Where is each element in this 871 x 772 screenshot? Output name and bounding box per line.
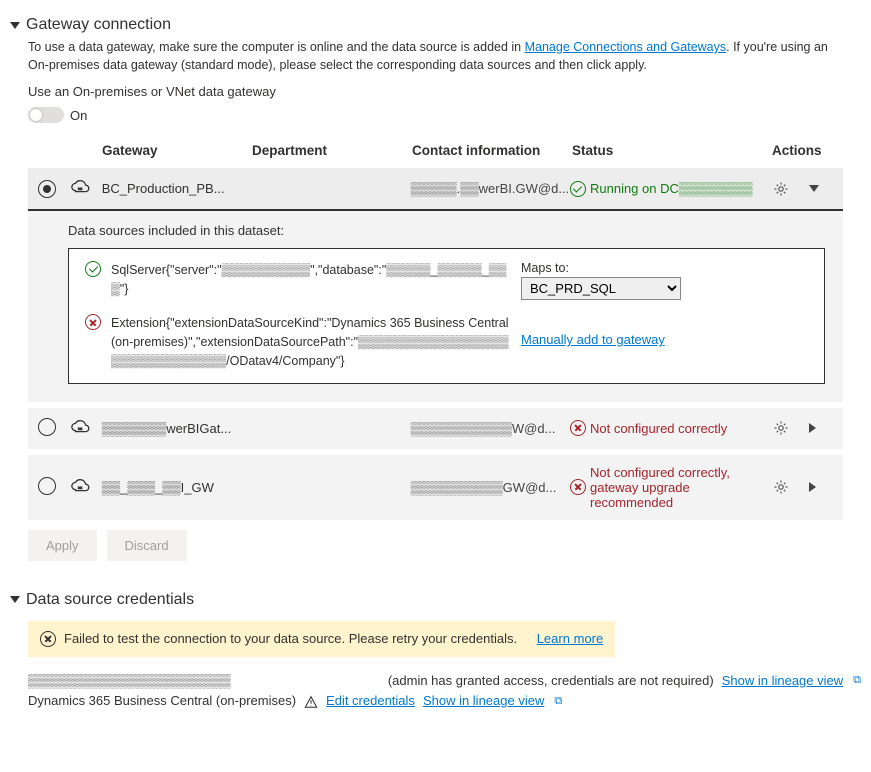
gateway-row[interactable]: BC_Production_PB... ▒▒▒▒▒.▒▒werBI.GW@d..… — [28, 168, 843, 209]
toggle-label: Use an On-premises or VNet data gateway — [28, 84, 861, 99]
col-status: Status — [572, 143, 772, 158]
manage-connections-link[interactable]: Manage Connections and Gateways — [525, 40, 727, 54]
gateway-table-header: Gateway Department Contact information S… — [28, 137, 843, 168]
x-circle-icon — [570, 479, 586, 495]
gateway-row[interactable]: ▒▒_▒▒▒_▒▒I_GW ▒▒▒▒▒▒▒▒▒▒GW@d... Not conf… — [28, 455, 843, 520]
discard-button[interactable]: Discard — [107, 530, 187, 561]
admin-note: (admin has granted access, credentials a… — [388, 671, 714, 692]
edit-credentials-link[interactable]: Edit credentials — [326, 691, 415, 712]
gateway-name: ▒▒▒▒▒▒▒werBIGat... — [102, 421, 251, 436]
credential-line: ▒▒▒▒▒▒▒▒▒▒▒▒▒▒▒▒▒▒▒▒▒▒ (admin has grante… — [28, 671, 861, 692]
gear-icon[interactable] — [773, 420, 789, 436]
x-circle-icon — [570, 420, 586, 436]
credentials-alert: Failed to test the connection to your da… — [28, 621, 615, 657]
col-contact: Contact information — [412, 143, 572, 158]
alert-text: Failed to test the connection to your da… — [64, 631, 517, 646]
apply-button[interactable]: Apply — [28, 530, 97, 561]
chevron-right-icon[interactable] — [809, 423, 816, 433]
gateway-row[interactable]: ▒▒▒▒▒▒▒werBIGat... ▒▒▒▒▒▒▒▒▒▒▒W@d... Not… — [28, 408, 843, 449]
gateway-status: Not configured correctly, gateway upgrad… — [570, 465, 769, 510]
gateway-status: Running on DC▒▒▒▒▒▒▒▒ — [570, 181, 769, 197]
show-lineage-link[interactable]: Show in lineage view — [722, 671, 843, 692]
check-circle-icon — [85, 261, 101, 277]
gateway-contact: ▒▒▒▒▒▒▒▒▒▒▒W@d... — [411, 421, 570, 436]
chevron-down-icon[interactable] — [809, 185, 819, 192]
section-title: Data source credentials — [26, 591, 194, 609]
col-department: Department — [252, 143, 412, 158]
col-gateway: Gateway — [102, 143, 252, 158]
radio-select[interactable] — [38, 418, 56, 436]
section-title: Gateway connection — [26, 16, 171, 34]
gateway-contact: ▒▒▒▒▒▒▒▒▒▒GW@d... — [411, 480, 570, 495]
datasource-text: SqlServer{"server":"▒▒▒▒▒▒▒▒▒▒","databas… — [111, 261, 511, 299]
gear-icon[interactable] — [773, 181, 789, 197]
toggle-knob — [30, 109, 42, 121]
col-actions: Actions — [772, 143, 842, 158]
cloud-sync-icon — [70, 477, 102, 498]
credential-line: Dynamics 365 Business Central (on-premis… — [28, 691, 861, 712]
datasource-row: SqlServer{"server":"▒▒▒▒▒▒▒▒▒▒","databas… — [85, 261, 808, 300]
check-circle-icon — [570, 181, 586, 197]
show-lineage-link[interactable]: Show in lineage view — [423, 691, 544, 712]
gateway-name: ▒▒_▒▒▒_▒▒I_GW — [102, 480, 251, 495]
radio-select[interactable] — [38, 180, 56, 198]
caret-down-icon — [10, 596, 20, 603]
gateway-contact: ▒▒▒▒▒.▒▒werBI.GW@d... — [411, 181, 570, 196]
gateway-toggle[interactable] — [28, 107, 64, 123]
section-header-gateway[interactable]: Gateway connection — [10, 16, 861, 34]
datasource-name: ▒▒▒▒▒▒▒▒▒▒▒▒▒▒▒▒▒▒▒▒▒▒ — [28, 671, 231, 692]
section-header-credentials[interactable]: Data source credentials — [10, 591, 861, 609]
x-circle-icon — [85, 314, 101, 330]
external-link-icon: ⧉ — [853, 672, 861, 690]
maps-to-label: Maps to: — [521, 261, 681, 275]
gear-icon[interactable] — [773, 479, 789, 495]
cloud-sync-icon — [70, 178, 102, 199]
cloud-sync-icon — [70, 418, 102, 439]
maps-to-select[interactable]: BC_PRD_SQL — [521, 277, 681, 300]
gateway-name: BC_Production_PB... — [102, 181, 251, 196]
learn-more-link[interactable]: Learn more — [537, 631, 603, 646]
gateway-description: To use a data gateway, make sure the com… — [28, 38, 828, 74]
toggle-state-text: On — [70, 108, 87, 123]
datasource-name: Dynamics 365 Business Central (on-premis… — [28, 691, 296, 712]
datasource-row: Extension{"extensionDataSourceKind":"Dyn… — [85, 314, 808, 370]
gateway-status: Not configured correctly — [570, 420, 769, 436]
detail-box: SqlServer{"server":"▒▒▒▒▒▒▒▒▒▒","databas… — [68, 248, 825, 383]
chevron-right-icon[interactable] — [809, 482, 816, 492]
gateway-detail-panel: Data sources included in this dataset: S… — [28, 209, 843, 401]
warning-triangle-icon — [304, 695, 318, 709]
datasource-text: Extension{"extensionDataSourceKind":"Dyn… — [111, 314, 511, 370]
manually-add-link[interactable]: Manually add to gateway — [521, 332, 665, 347]
caret-down-icon — [10, 22, 20, 29]
radio-select[interactable] — [38, 477, 56, 495]
x-circle-icon — [40, 631, 56, 647]
detail-title: Data sources included in this dataset: — [68, 223, 825, 238]
external-link-icon: ⧉ — [554, 693, 562, 711]
